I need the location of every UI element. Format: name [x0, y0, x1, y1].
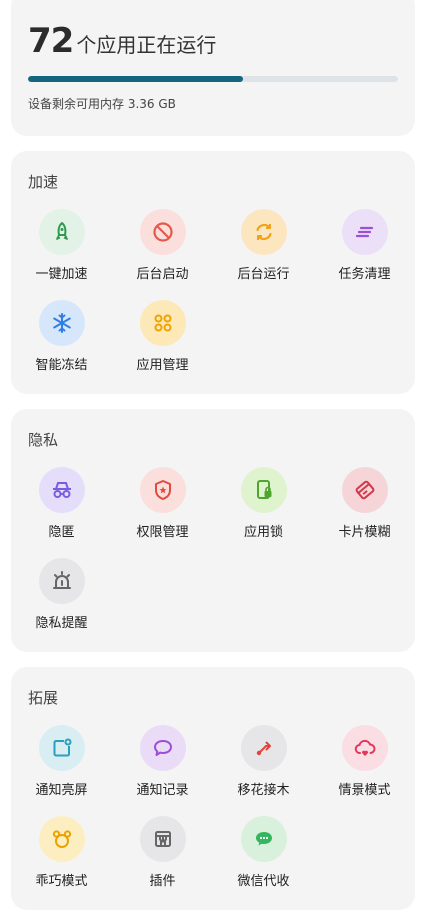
privacy-reminder-button[interactable]: 隐私提醒 — [11, 558, 112, 649]
store-icon — [139, 816, 186, 862]
memory-summary-card: 72 个应用正在运行 设备剩余可用内存 3.36 GB — [11, 0, 415, 136]
running-apps-summary: 72 个应用正在运行 — [28, 21, 216, 61]
tile-label: 插件 — [149, 874, 176, 889]
scene-mode-button[interactable]: 情景模式 — [314, 725, 415, 816]
running-apps-count: 72 — [28, 21, 74, 61]
tile-label: 任务清理 — [338, 267, 391, 282]
tile-label: 隐私提醒 — [35, 616, 88, 631]
tile-label: 权限管理 — [136, 525, 189, 540]
privacy-section: 隐私 隐匿 权限管理 应用锁 卡片模糊 隐私提醒 — [11, 409, 415, 652]
tile-label: 通知记录 — [136, 783, 189, 798]
wechat-receive-button[interactable]: 微信代收 — [213, 816, 314, 907]
speed-section: 加速 一键加速 后台启动 后台运行 任务清理 智能冻结 应用管理 — [11, 151, 415, 394]
tile-label: 微信代收 — [237, 874, 290, 889]
route-icon — [240, 725, 287, 771]
bear-icon — [38, 816, 85, 862]
app-lock-button[interactable]: 应用锁 — [213, 467, 314, 558]
tile-label: 智能冻结 — [35, 358, 88, 373]
tile-label: 应用管理 — [136, 358, 189, 373]
card-blur-icon — [341, 467, 388, 513]
tile-label: 通知亮屏 — [35, 783, 88, 798]
memory-available-text: 设备剩余可用内存 3.36 GB — [28, 97, 176, 111]
tile-label: 应用锁 — [243, 525, 283, 540]
incognito-icon — [38, 467, 85, 513]
shield-star-icon — [139, 467, 186, 513]
cloud-heart-icon — [341, 725, 388, 771]
tile-label: 情景模式 — [338, 783, 391, 798]
block-icon — [139, 209, 186, 255]
extension-section: 拓展 通知亮屏 通知记录 移花接木 情景模式 乖巧模式 插件 微信代收 — [11, 667, 415, 910]
clean-icon — [341, 209, 388, 255]
tile-label: 卡片模糊 — [338, 525, 391, 540]
alarm-icon — [38, 558, 85, 604]
apps-grid-icon — [139, 300, 186, 346]
refresh-icon — [240, 209, 287, 255]
one-key-boost-button[interactable]: 一键加速 — [11, 209, 112, 300]
background-launch-button[interactable]: 后台启动 — [112, 209, 213, 300]
graft-button[interactable]: 移花接木 — [213, 725, 314, 816]
section-title-privacy: 隐私 — [28, 431, 59, 449]
background-running-button[interactable]: 后台运行 — [213, 209, 314, 300]
rocket-icon — [38, 209, 85, 255]
snowflake-icon — [38, 300, 85, 346]
permission-management-button[interactable]: 权限管理 — [112, 467, 213, 558]
phone-lock-icon — [240, 467, 287, 513]
tile-label: 隐匿 — [48, 525, 75, 540]
card-blur-button[interactable]: 卡片模糊 — [314, 467, 415, 558]
memory-progress-fill — [28, 76, 243, 82]
memory-progress-bar — [28, 76, 398, 82]
tile-label: 后台运行 — [237, 267, 290, 282]
running-apps-text: 个应用正在运行 — [76, 33, 217, 57]
section-title-extension: 拓展 — [28, 689, 59, 707]
plugins-button[interactable]: 插件 — [112, 816, 213, 907]
section-title-speed: 加速 — [28, 173, 59, 191]
tile-label: 一键加速 — [35, 267, 88, 282]
wechat-icon — [240, 816, 287, 862]
obedient-mode-button[interactable]: 乖巧模式 — [11, 816, 112, 907]
smart-freeze-button[interactable]: 智能冻结 — [11, 300, 112, 391]
tile-label: 后台启动 — [136, 267, 189, 282]
app-management-button[interactable]: 应用管理 — [112, 300, 213, 391]
notification-wake-button[interactable]: 通知亮屏 — [11, 725, 112, 816]
chat-bubble-icon — [139, 725, 186, 771]
tile-label: 移花接木 — [237, 783, 290, 798]
tile-label: 乖巧模式 — [35, 874, 88, 889]
incognito-button[interactable]: 隐匿 — [11, 467, 112, 558]
task-cleanup-button[interactable]: 任务清理 — [314, 209, 415, 300]
notification-history-button[interactable]: 通知记录 — [112, 725, 213, 816]
notification-screen-icon — [38, 725, 85, 771]
